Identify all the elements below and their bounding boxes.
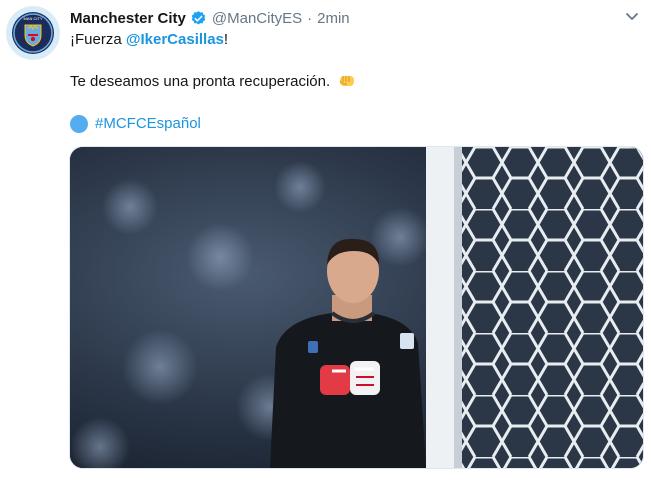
text-fragment: ¡Fuerza [70,31,126,48]
timestamp[interactable]: 2min [317,10,350,27]
tweet[interactable]: MAN CITY Manchester City @ManCityES · 2m… [0,0,651,485]
chevron-down-icon[interactable] [624,11,640,23]
mention-link[interactable]: @IkerCasillas [126,31,224,48]
tweet-text-line-1: ¡Fuerza @IkerCasillas! [70,30,228,50]
tweet-photo[interactable] [69,146,644,469]
tweet-header: Manchester City @ManCityES · 2min [70,7,350,29]
account-handle[interactable]: @ManCityES [212,10,302,27]
oncoming-fist-emoji-icon [339,76,355,86]
avatar[interactable]: MAN CITY [6,6,60,60]
separator-dot: · [307,9,313,27]
account-name[interactable]: Manchester City [70,10,186,27]
tweet-text-line-2: Te deseamos una pronta recuperación. [70,72,356,92]
verified-badge-icon [190,10,207,27]
tweet-text-line-3: #MCFCEspañol [70,114,201,134]
text-fragment: Te deseamos una pronta recuperación. [70,73,331,90]
text-fragment: ! [223,31,229,48]
hashtag-link[interactable]: #MCFCEspañol [95,114,201,134]
svg-text:MAN CITY: MAN CITY [23,16,42,21]
goalkeeper-photo [70,147,643,468]
blue-circle-emoji-icon [70,115,88,133]
club-crest-icon: MAN CITY [7,7,59,59]
